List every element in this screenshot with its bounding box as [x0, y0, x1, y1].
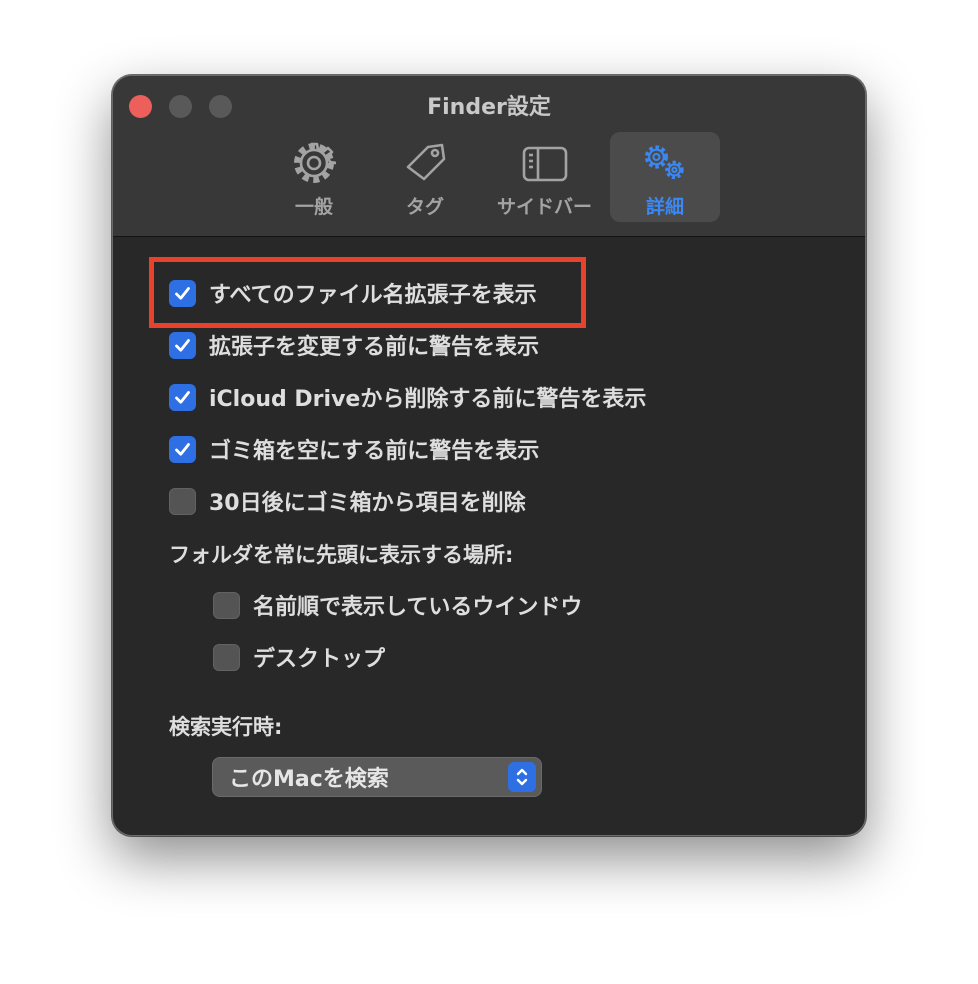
- checkbox-checked[interactable]: [169, 383, 196, 411]
- option-folders-in-windows[interactable]: 名前順で表示しているウインドウ: [213, 588, 582, 622]
- option-label: すべてのファイル名拡張子を表示: [209, 283, 537, 308]
- option-remove-trash-30-days[interactable]: 30日後にゴミ箱から項目を削除: [169, 484, 526, 518]
- gears-icon: [641, 141, 689, 185]
- checkbox-unchecked[interactable]: [213, 591, 240, 619]
- tab-tags-label: タグ: [405, 196, 444, 218]
- gear-icon: [290, 141, 338, 185]
- option-label: ゴミ箱を空にする前に警告を表示: [209, 439, 540, 464]
- search-scope-label: 検索実行時:: [169, 715, 283, 739]
- tab-general-label: 一般: [294, 196, 333, 218]
- option-label: 拡張子を変更する前に警告を表示: [209, 335, 540, 360]
- titlebar-toolbar: Finder設定 一般 タグ サイドバー 詳細: [113, 76, 865, 237]
- checkbox-checked[interactable]: [169, 331, 196, 359]
- tab-advanced[interactable]: 詳細: [610, 132, 720, 222]
- option-label: 名前順で表示しているウインドウ: [253, 595, 583, 620]
- tab-tags[interactable]: タグ: [384, 132, 466, 222]
- option-label: 30日後にゴミ箱から項目を削除: [209, 491, 526, 516]
- option-show-all-extensions[interactable]: すべてのファイル名拡張子を表示: [169, 276, 537, 310]
- tag-icon: [401, 141, 449, 185]
- option-label: デスクトップ: [253, 647, 386, 672]
- tab-advanced-label: 詳細: [645, 196, 684, 218]
- sidebar-icon: [521, 141, 569, 185]
- checkbox-unchecked[interactable]: [169, 487, 196, 515]
- folders-on-top-label: フォルダを常に先頭に表示する場所:: [169, 543, 514, 567]
- window-title: Finder設定: [427, 95, 551, 120]
- checkbox-checked[interactable]: [169, 279, 196, 307]
- tab-sidebar[interactable]: サイドバー: [486, 132, 603, 222]
- tab-sidebar-label: サイドバー: [496, 196, 592, 218]
- option-folders-on-desktop[interactable]: デスクトップ: [213, 640, 385, 674]
- option-label: iCloud Driveから削除する前に警告を表示: [209, 387, 647, 412]
- search-scope-popup[interactable]: このMacを検索: [212, 757, 542, 797]
- finder-settings-window: Finder設定 一般 タグ サイドバー 詳細 すべてのファイル名拡張子を表示 …: [112, 75, 866, 836]
- option-warn-empty-trash[interactable]: ゴミ箱を空にする前に警告を表示: [169, 432, 539, 466]
- option-warn-change-extension[interactable]: 拡張子を変更する前に警告を表示: [169, 328, 539, 362]
- settings-content: すべてのファイル名拡張子を表示 拡張子を変更する前に警告を表示 iCloud D…: [113, 237, 865, 835]
- search-scope-value: このMacを検索: [229, 767, 389, 792]
- checkbox-unchecked[interactable]: [213, 643, 240, 671]
- chevron-up-down-icon: [508, 762, 536, 792]
- option-warn-icloud-remove[interactable]: iCloud Driveから削除する前に警告を表示: [169, 380, 646, 414]
- tab-general[interactable]: 一般: [273, 132, 355, 222]
- checkbox-checked[interactable]: [169, 435, 196, 463]
